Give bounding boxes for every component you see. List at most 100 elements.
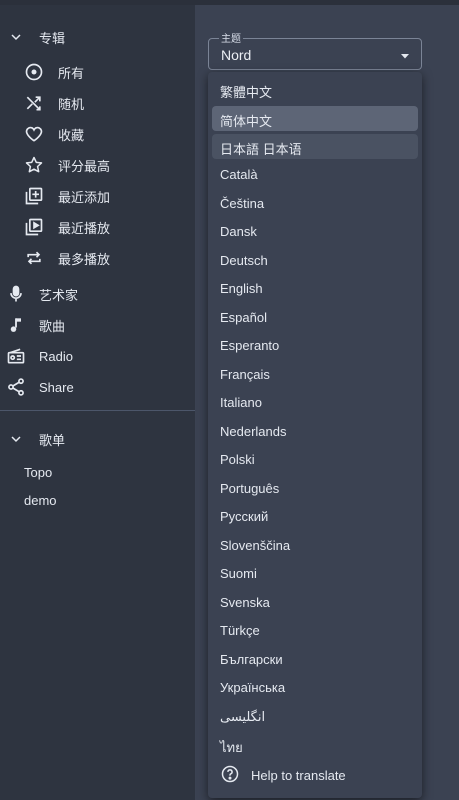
shuffle-icon bbox=[23, 92, 45, 114]
language-option-label: Català bbox=[220, 167, 258, 182]
chevron-down-icon bbox=[5, 428, 27, 450]
language-option[interactable]: Dansk bbox=[212, 219, 418, 244]
language-option-label: Українська bbox=[220, 680, 286, 695]
sidebar-item-label: Share bbox=[39, 379, 74, 395]
language-option[interactable]: Svenska bbox=[212, 590, 418, 615]
album-icon bbox=[23, 61, 45, 83]
sidebar-item-label: 评分最高 bbox=[58, 158, 111, 174]
help-translate-label: Help to translate bbox=[251, 768, 346, 783]
language-option[interactable]: Русский bbox=[212, 504, 418, 529]
share-icon bbox=[5, 376, 27, 398]
sidebar-item-favorites[interactable]: 收藏 bbox=[0, 119, 195, 149]
language-option-label: Italiano bbox=[220, 395, 262, 410]
sidebar-item-recently-added[interactable]: 最近添加 bbox=[0, 181, 195, 211]
theme-select-value: Nord bbox=[221, 47, 252, 63]
help-circle-icon bbox=[220, 764, 242, 786]
sidebar-item-label: Radio bbox=[39, 348, 73, 364]
language-option-label: Esperanto bbox=[220, 338, 280, 353]
language-option[interactable]: Polski bbox=[212, 447, 418, 472]
sidebar-item-artists[interactable]: 艺术家 bbox=[0, 279, 195, 309]
language-option-label: Deutsch bbox=[220, 253, 268, 268]
language-option[interactable]: ไทย bbox=[212, 732, 418, 757]
repeat-icon bbox=[23, 247, 45, 269]
language-option[interactable]: English bbox=[212, 276, 418, 301]
language-option-label: 简体中文 bbox=[220, 114, 273, 129]
sidebar-albums-header[interactable]: 专辑 bbox=[0, 22, 195, 52]
music-note-icon bbox=[5, 314, 27, 336]
sidebar-playlists-header[interactable]: 歌单 bbox=[0, 424, 195, 454]
library-play-icon bbox=[23, 216, 45, 238]
language-option-label: Svenska bbox=[220, 595, 270, 610]
sidebar-item-most-played[interactable]: 最多播放 bbox=[0, 243, 195, 273]
sidebar-item-label: 随机 bbox=[58, 96, 85, 112]
language-option-label: ไทย bbox=[220, 740, 243, 755]
language-option[interactable]: انگلیسی bbox=[212, 704, 418, 729]
language-option[interactable]: Français bbox=[212, 362, 418, 387]
chevron-down-icon bbox=[5, 26, 27, 48]
radio-icon bbox=[5, 345, 27, 367]
language-option[interactable]: Čeština bbox=[212, 191, 418, 216]
language-option[interactable]: Italiano bbox=[212, 390, 418, 415]
sidebar-item-recently-played[interactable]: 最近播放 bbox=[0, 212, 195, 242]
language-option[interactable]: Esperanto bbox=[212, 333, 418, 358]
microphone-icon bbox=[5, 283, 27, 305]
sidebar-item-label: 艺术家 bbox=[39, 287, 79, 303]
language-option-label: Русский bbox=[220, 509, 269, 524]
language-option-label: Dansk bbox=[220, 224, 257, 239]
language-option-selected[interactable]: 简体中文 bbox=[212, 106, 418, 131]
language-option[interactable]: Suomi bbox=[212, 561, 418, 586]
language-option-label: 日本語 日本语 bbox=[220, 142, 302, 157]
sidebar-item-label: 所有 bbox=[58, 65, 85, 81]
sidebar-albums-label: 专辑 bbox=[39, 30, 66, 46]
sidebar-playlists-label: 歌单 bbox=[39, 432, 66, 448]
language-option-label: انگلیسی bbox=[220, 709, 266, 724]
sidebar-divider bbox=[0, 410, 195, 411]
sidebar-item-share[interactable]: Share bbox=[0, 372, 195, 402]
language-option[interactable]: Português bbox=[212, 476, 418, 501]
help-translate-link[interactable]: Help to translate bbox=[220, 764, 410, 788]
language-option-label: Čeština bbox=[220, 196, 265, 211]
language-option-label: Български bbox=[220, 652, 283, 667]
language-option-label: Español bbox=[220, 310, 267, 325]
language-option-label: English bbox=[220, 281, 263, 296]
language-option-label: Türkçe bbox=[220, 623, 260, 638]
star-icon bbox=[23, 154, 45, 176]
sidebar-item-label: 最多播放 bbox=[58, 251, 111, 267]
playlist-label: demo bbox=[24, 492, 57, 508]
language-option[interactable]: Slovenščina bbox=[212, 533, 418, 558]
caret-down-icon bbox=[399, 49, 411, 61]
language-option[interactable]: Türkçe bbox=[212, 618, 418, 643]
sidebar-item-songs[interactable]: 歌曲 bbox=[0, 310, 195, 340]
library-add-icon bbox=[23, 185, 45, 207]
sidebar-item-label: 收藏 bbox=[58, 127, 85, 143]
sidebar-playlist-item[interactable]: Topo bbox=[0, 457, 195, 487]
sidebar-item-top-rated[interactable]: 评分最高 bbox=[0, 150, 195, 180]
language-option-label: Slovenščina bbox=[220, 538, 291, 553]
sidebar-item-radio[interactable]: Radio bbox=[0, 341, 195, 371]
sidebar-item-label: 歌曲 bbox=[39, 318, 66, 334]
heart-icon bbox=[23, 123, 45, 145]
language-option-label: 繁體中文 bbox=[220, 85, 273, 100]
language-option[interactable]: Nederlands bbox=[212, 419, 418, 444]
playlist-label: Topo bbox=[24, 464, 53, 480]
language-option[interactable]: Català bbox=[212, 162, 418, 187]
language-menu: 繁體中文 简体中文 日本語 日本语 Català Čeština Dansk D… bbox=[208, 72, 422, 798]
sidebar: 专辑 所有 随机 收藏 评分最高 最近添加 最近播放 最多播放 艺术家 歌曲 R… bbox=[0, 5, 195, 800]
language-option[interactable]: Deutsch bbox=[212, 248, 418, 273]
language-option[interactable]: Español bbox=[212, 305, 418, 330]
language-option[interactable]: Български bbox=[212, 647, 418, 672]
language-option-label: Português bbox=[220, 481, 280, 496]
sidebar-item-all[interactable]: 所有 bbox=[0, 57, 195, 87]
language-option-label: Français bbox=[220, 367, 270, 382]
language-option-label: Suomi bbox=[220, 566, 257, 581]
theme-select-label: 主题 bbox=[219, 30, 243, 45]
sidebar-item-random[interactable]: 随机 bbox=[0, 88, 195, 118]
sidebar-playlist-item[interactable]: demo bbox=[0, 485, 195, 515]
language-option-label: Polski bbox=[220, 452, 255, 467]
sidebar-item-label: 最近播放 bbox=[58, 220, 111, 236]
language-option-hovered[interactable]: 日本語 日本语 bbox=[212, 134, 418, 159]
sidebar-item-label: 最近添加 bbox=[58, 189, 111, 205]
language-option[interactable]: 繁體中文 bbox=[212, 77, 418, 102]
language-option[interactable]: Українська bbox=[212, 675, 418, 700]
language-option-label: Nederlands bbox=[220, 424, 287, 439]
